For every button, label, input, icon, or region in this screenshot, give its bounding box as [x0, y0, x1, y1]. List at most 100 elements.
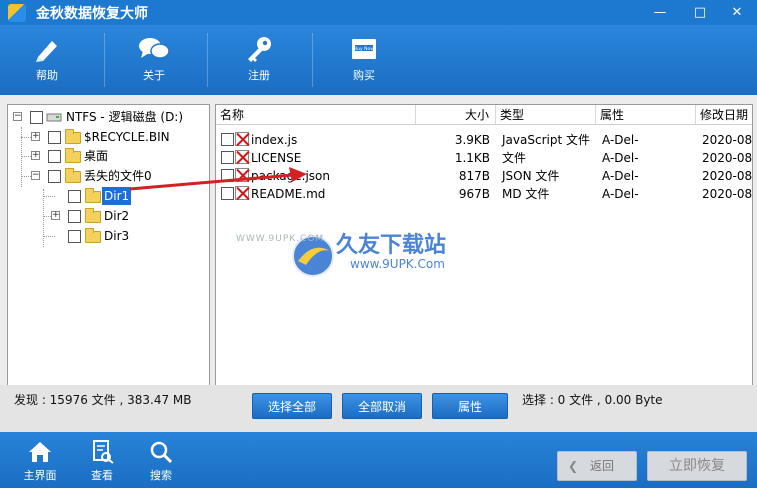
tree-node-label: NTFS - 逻辑磁盘 (D:) [66, 110, 184, 124]
folder-icon [85, 188, 101, 203]
recover-now-button[interactable]: 立即恢复 [647, 451, 747, 481]
main-toolbar: 帮助 关于 注册 Buy Now 购买 [0, 25, 757, 95]
file-size: 817B [458, 169, 490, 183]
found-summary: 发现 : 15976 文件 , 383.47 MB [14, 393, 192, 407]
file-modified: 2020-08- [702, 151, 753, 165]
watermark-brand: 久友下载站 [336, 233, 447, 258]
folder-icon [65, 168, 81, 183]
home-label: 主界面 [23, 469, 57, 482]
about-label: 关于 [143, 69, 165, 82]
bottom-bar: 主界面 查看 搜索 ❮ 返回 立即恢复 [0, 432, 757, 488]
app-logo-icon [8, 4, 26, 22]
column-header-modified[interactable]: 修改日期 [696, 105, 752, 125]
file-type: JavaScript 文件 [502, 133, 590, 147]
column-header-name[interactable]: 名称 [216, 105, 416, 125]
toolbar-divider [104, 33, 105, 87]
table-row[interactable]: index.js 3.9KB JavaScript 文件 A-Del- 2020… [216, 131, 752, 149]
buy-button[interactable]: Buy Now 购买 [334, 31, 394, 89]
document-view-icon [93, 440, 114, 464]
watermark-url-top: WWW.9UPK.COM [236, 234, 325, 244]
folder-icon [85, 228, 101, 243]
minimize-button[interactable]: — [645, 0, 675, 25]
file-modified: 2020-08- [702, 169, 753, 183]
buy-now-caption: Buy Now [354, 46, 374, 52]
deselect-all-button[interactable]: 全部取消 [342, 393, 422, 419]
file-attributes: A-Del- [602, 133, 639, 147]
collapse-toggle[interactable]: − [13, 112, 22, 121]
file-size: 967B [458, 187, 490, 201]
column-header-attributes[interactable]: 属性 [596, 105, 696, 125]
maximize-button[interactable]: □ [685, 0, 715, 25]
register-label: 注册 [248, 69, 270, 82]
toolbar-divider [207, 33, 208, 87]
row-checkbox[interactable] [221, 133, 234, 146]
deleted-file-icon [235, 150, 249, 164]
shop-card-icon: Buy Now [352, 39, 376, 59]
tree-node-dir3[interactable]: Dir3 [8, 227, 208, 245]
tree-checkbox[interactable] [68, 190, 81, 203]
column-header-type[interactable]: 类型 [496, 105, 596, 125]
tree-checkbox[interactable] [48, 131, 61, 144]
file-name: index.js [251, 133, 298, 147]
tree-node-desktop[interactable]: + 桌面 [8, 147, 208, 165]
tree-checkbox[interactable] [68, 230, 81, 243]
search-icon [150, 441, 173, 464]
file-size: 1.1KB [454, 151, 490, 165]
file-modified: 2020-08- [702, 187, 753, 201]
help-label: 帮助 [36, 69, 58, 82]
title-bar: 金秋数据恢复大师 — □ ✕ [0, 0, 757, 25]
close-button[interactable]: ✕ [722, 0, 752, 25]
back-button[interactable]: ❮ 返回 [557, 451, 637, 481]
help-button[interactable]: 帮助 [17, 31, 77, 89]
tree-node-label: $RECYCLE.BIN [84, 130, 170, 144]
tree-node-label: 桌面 [84, 149, 109, 163]
collapse-toggle[interactable]: − [31, 171, 40, 180]
tree-node-label: Dir3 [104, 229, 130, 243]
folder-icon [65, 129, 81, 144]
tree-checkbox[interactable] [48, 170, 61, 183]
pen-icon [36, 41, 57, 62]
toolbar-divider [312, 33, 313, 87]
view-label: 查看 [91, 469, 113, 482]
file-modified: 2020-08- [702, 133, 753, 147]
back-label: 返回 [590, 459, 615, 473]
window-title: 金秋数据恢复大师 [36, 6, 148, 22]
file-type: MD 文件 [502, 187, 550, 201]
tree-checkbox[interactable] [48, 150, 61, 163]
file-type: JSON 文件 [502, 169, 560, 183]
tree-checkbox[interactable] [30, 111, 43, 124]
file-attributes: A-Del- [602, 187, 639, 201]
folder-icon [85, 208, 101, 223]
tree-node-label: Dir2 [104, 209, 130, 223]
file-attributes: A-Del- [602, 169, 639, 183]
expand-toggle[interactable]: + [31, 132, 40, 141]
watermark-url: www.9UPK.Com [350, 257, 445, 271]
about-button[interactable]: 关于 [124, 31, 184, 89]
watermark: WWW.9UPK.COM 久友下载站 www.9UPK.Com [236, 225, 490, 305]
tree-node-dir2[interactable]: + Dir2 [8, 207, 208, 225]
selection-summary: 选择 : 0 文件 , 0.00 Byte [522, 393, 663, 407]
home-button[interactable]: 主界面 [18, 440, 62, 483]
expand-toggle[interactable]: + [51, 211, 60, 220]
drive-icon [46, 113, 62, 122]
tree-node-recycle-bin[interactable]: + $RECYCLE.BIN [8, 128, 208, 146]
file-size: 3.9KB [454, 133, 490, 147]
properties-button[interactable]: 属性 [432, 393, 508, 419]
tree-checkbox[interactable] [68, 210, 81, 223]
tree-node-drive[interactable]: − NTFS - 逻辑磁盘 (D:) [8, 108, 208, 126]
select-all-button[interactable]: 选择全部 [252, 393, 332, 419]
file-type: 文件 [502, 151, 527, 165]
key-icon [248, 37, 271, 62]
expand-toggle[interactable]: + [31, 151, 40, 160]
column-header-size[interactable]: 大小 [416, 105, 496, 125]
file-attributes: A-Del- [602, 151, 639, 165]
search-button[interactable]: 搜索 [139, 440, 183, 483]
search-label: 搜索 [150, 469, 172, 482]
status-bar: 发现 : 15976 文件 , 383.47 MB 选择全部 全部取消 属性 选… [0, 385, 757, 432]
view-button[interactable]: 查看 [80, 440, 124, 483]
register-button[interactable]: 注册 [229, 31, 289, 89]
home-icon [29, 442, 51, 462]
row-checkbox[interactable] [221, 151, 234, 164]
chevron-left-icon: ❮ [568, 459, 579, 473]
file-list-header: 名称 大小 类型 属性 修改日期 [216, 105, 752, 125]
